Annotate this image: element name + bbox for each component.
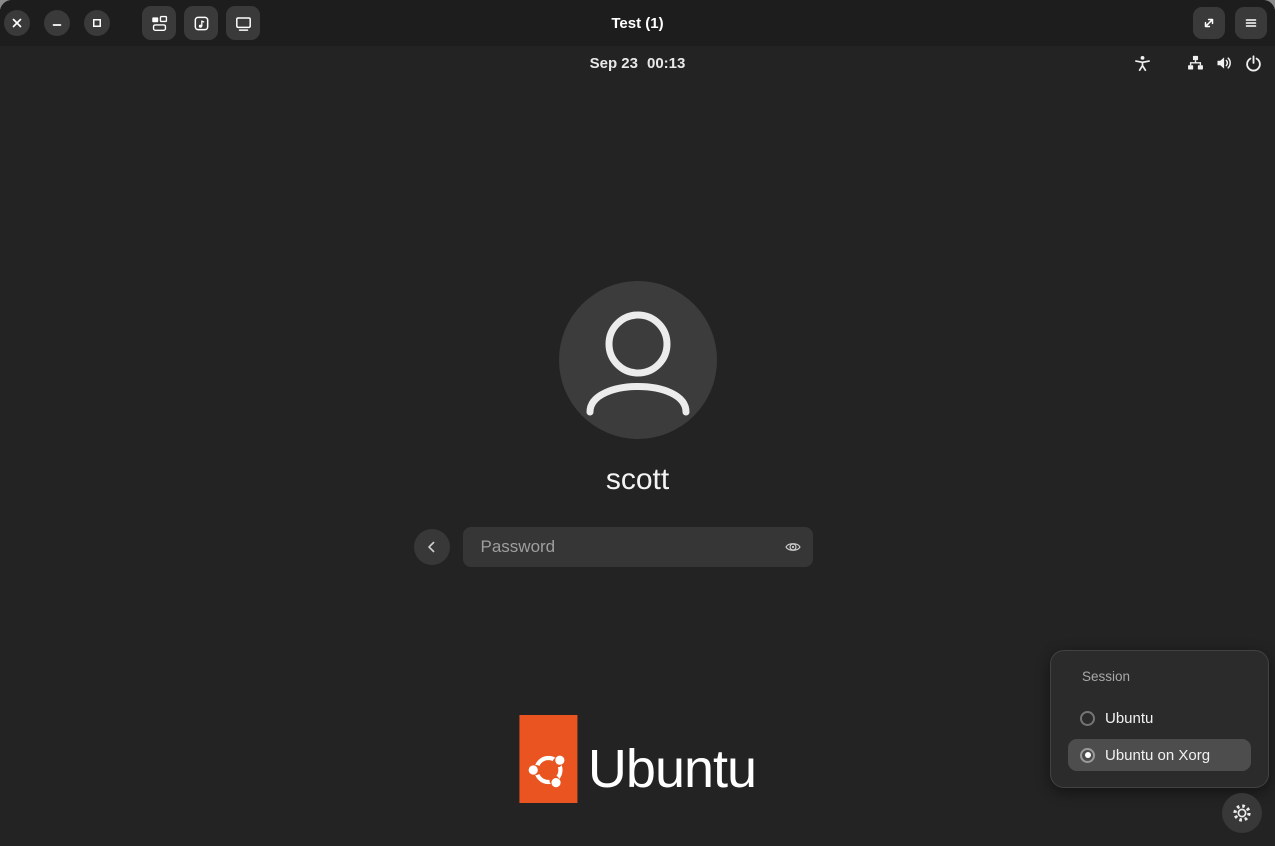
media-devices-button[interactable] — [184, 6, 218, 40]
password-input[interactable] — [463, 527, 813, 567]
username-label: scott — [0, 462, 1275, 498]
menu-button[interactable] — [1235, 7, 1267, 39]
minimize-icon — [49, 15, 65, 31]
maximize-icon — [89, 15, 105, 31]
person-silhouette-icon — [559, 281, 717, 439]
password-row — [463, 527, 813, 567]
gear-icon — [1231, 802, 1253, 824]
ubuntu-logo: Ubuntu — [519, 715, 756, 803]
radio-unchecked-icon — [1080, 711, 1095, 726]
accessibility-icon[interactable] — [1134, 55, 1151, 72]
session-option-label: Ubuntu on Xorg — [1105, 747, 1210, 764]
power-icon[interactable] — [1245, 55, 1262, 72]
session-option-ubuntu[interactable]: Ubuntu — [1068, 702, 1251, 734]
window-controls — [4, 6, 268, 40]
clock-date: Sep 23 — [590, 55, 638, 72]
window-title: Test (1) — [611, 15, 663, 32]
gdm-topbar: Sep 23 00:13 — [0, 46, 1275, 80]
monitor-icon — [235, 15, 252, 32]
back-button[interactable] — [414, 529, 450, 565]
user-avatar — [559, 281, 717, 439]
ubuntu-badge — [519, 715, 577, 803]
maximize-button[interactable] — [84, 10, 110, 36]
hamburger-icon — [1243, 15, 1259, 31]
media-note-icon — [193, 15, 210, 32]
close-icon — [9, 15, 25, 31]
fullscreen-button[interactable] — [1193, 7, 1225, 39]
eye-icon — [784, 538, 802, 556]
radio-checked-icon — [1080, 748, 1095, 763]
display-settings-button[interactable] — [226, 6, 260, 40]
close-button[interactable] — [4, 10, 30, 36]
titlebar-right-controls — [1193, 7, 1267, 39]
session-settings-button[interactable] — [1222, 793, 1262, 833]
chevron-left-icon — [424, 539, 440, 555]
collection-view-button[interactable] — [142, 6, 176, 40]
network-icon[interactable] — [1187, 55, 1204, 72]
reveal-password-button[interactable] — [784, 538, 802, 556]
collection-grid-icon — [151, 15, 168, 32]
circle-of-friends-icon — [526, 715, 570, 803]
minimize-button[interactable] — [44, 10, 70, 36]
volume-icon[interactable] — [1216, 55, 1234, 71]
titlebar: Test (1) — [0, 0, 1275, 46]
session-menu: Session Ubuntu Ubuntu on Xorg — [1050, 650, 1269, 788]
ubuntu-wordmark: Ubuntu — [588, 742, 756, 796]
session-option-label: Ubuntu — [1105, 710, 1153, 727]
login-screen: Sep 23 00:13 — [0, 46, 1275, 846]
fullscreen-icon — [1201, 15, 1217, 31]
clock[interactable]: Sep 23 00:13 — [590, 55, 686, 72]
clock-time: 00:13 — [647, 55, 685, 72]
status-area — [1134, 46, 1262, 80]
vm-viewer-window: Test (1) Sep 23 00:13 — [0, 0, 1275, 846]
session-option-ubuntu-on-xorg[interactable]: Ubuntu on Xorg — [1068, 739, 1251, 771]
session-menu-title: Session — [1082, 669, 1251, 684]
